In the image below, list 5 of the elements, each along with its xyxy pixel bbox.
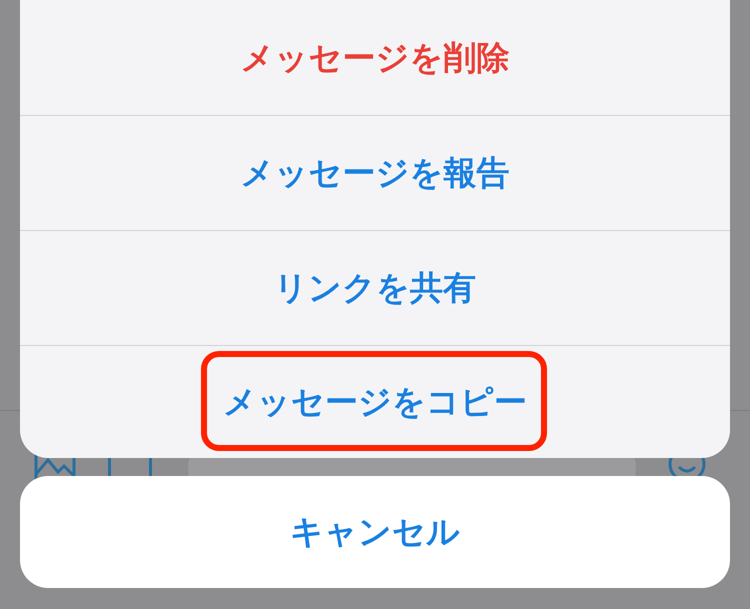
action-button[interactable]: メッセージを報告: [20, 115, 730, 230]
action-button[interactable]: リンクを共有: [20, 230, 730, 345]
action-button[interactable]: メッセージを削除: [20, 0, 730, 115]
cancel-button[interactable]: キャンセル: [20, 476, 730, 588]
action-button[interactable]: メッセージをコピー: [20, 345, 730, 458]
